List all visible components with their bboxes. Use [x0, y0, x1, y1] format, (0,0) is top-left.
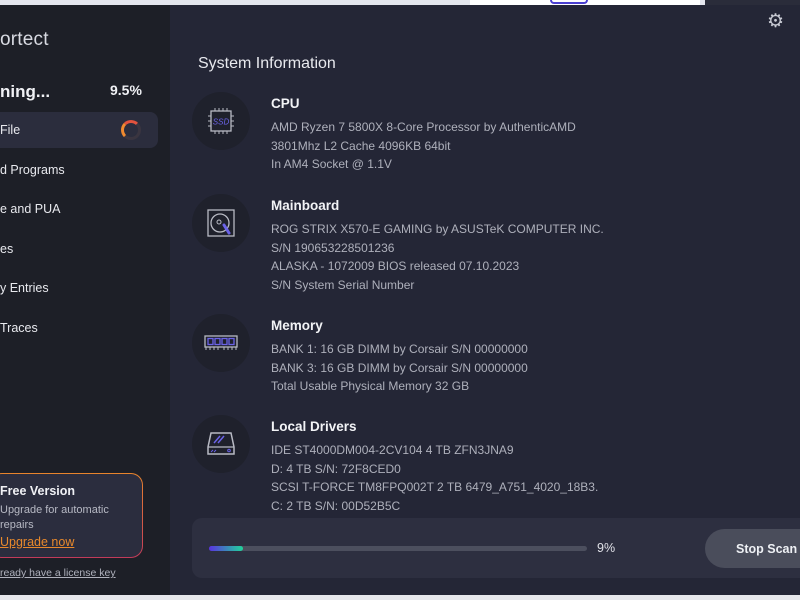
scan-progress-bar: [209, 546, 587, 551]
info-line: ROG STRIX X570-E GAMING by ASUSTeK COMPU…: [271, 222, 604, 236]
main-panel: ⚙ System Information SSD CPU AMD Ryzen 7…: [170, 5, 800, 595]
info-line: BANK 3: 16 GB DIMM by Corsair S/N 000000…: [271, 360, 528, 375]
section-title: Local Drivers: [271, 419, 357, 434]
sidebar-item-label: Traces: [0, 321, 38, 335]
system-info-list[interactable]: SSD CPU AMD Ryzen 7 5800X 8-Core Process…: [190, 90, 800, 510]
memory-icon: [192, 314, 250, 372]
sidebar-item-programs[interactable]: d Programs: [0, 152, 158, 188]
info-line: S/N System Serial Number: [271, 277, 415, 292]
section-title: Mainboard: [271, 198, 340, 213]
progress-percent: 9%: [597, 541, 616, 555]
sidebar-item-label: d Programs: [0, 163, 65, 177]
upgrade-promo-card: Free Version Upgrade for automatic repai…: [0, 473, 143, 558]
sidebar-item-files[interactable]: es: [0, 231, 158, 267]
promo-subtitle: Upgrade for automatic repairs: [0, 504, 109, 531]
info-line: C: 2 TB S/N: 00D52B5C: [271, 498, 401, 511]
info-line: AMD Ryzen 7 5800X 8-Core Processor by Au…: [271, 120, 576, 134]
section-title: CPU: [271, 96, 300, 111]
promo-title: Free Version: [0, 484, 76, 498]
info-line: S/N 190653228501236: [271, 240, 395, 255]
sidebar-item-traces[interactable]: Traces: [0, 310, 158, 346]
bottom-strip: [0, 595, 800, 600]
info-line: IDE ST4000DM004-2CV104 4 TB ZFN3JNA9: [271, 443, 514, 457]
scan-progress-panel: 9% Stop Scan: [192, 518, 800, 578]
section-title: Memory: [271, 318, 323, 333]
sidebar: ortect ning... 9.5% File d Programs e an…: [0, 5, 170, 595]
sidebar-item-file[interactable]: File: [0, 112, 158, 148]
svg-text:SSD: SSD: [213, 118, 230, 127]
info-line: D: 4 TB S/N: 72F8CED0: [271, 461, 401, 476]
page-title: System Information: [198, 55, 336, 72]
info-line: BANK 1: 16 GB DIMM by Corsair S/N 000000…: [271, 342, 528, 356]
scan-percent: 9.5%: [110, 82, 142, 98]
info-line: In AM4 Socket @ 1.1V: [271, 157, 392, 171]
hard-disk-icon: [192, 194, 250, 252]
sidebar-item-malware-pua[interactable]: e and PUA: [0, 191, 158, 227]
progress-fill: [209, 546, 244, 551]
app-logo: ortect: [0, 29, 49, 50]
cpu-icon: SSD: [192, 92, 250, 150]
sidebar-item-label: e and PUA: [0, 202, 61, 216]
sidebar-item-label: File: [0, 123, 21, 137]
scan-status-title: ning...: [0, 82, 51, 101]
settings-gear-icon[interactable]: ⚙: [767, 12, 787, 32]
stop-scan-button[interactable]: Stop Scan: [705, 529, 800, 568]
info-line: ALASKA - 1072009 BIOS released 07.10.202…: [271, 259, 520, 273]
info-line: Total Usable Physical Memory 32 GB: [271, 379, 470, 393]
license-key-link[interactable]: ready have a license key: [0, 567, 116, 579]
loading-spinner-icon: [121, 120, 141, 140]
info-line: SCSI T-FORCE TM8FPQ002T 2 TB 6479_A751_4…: [271, 480, 599, 494]
upgrade-now-link[interactable]: Upgrade now: [0, 535, 74, 549]
drive-icon: [192, 415, 250, 473]
sidebar-item-label: y Entries: [0, 281, 49, 295]
sidebar-item-registry-entries[interactable]: y Entries: [0, 270, 158, 306]
sidebar-item-label: es: [0, 242, 14, 256]
info-line: 3801Mhz L2 Cache 4096KB 64bit: [271, 138, 451, 153]
